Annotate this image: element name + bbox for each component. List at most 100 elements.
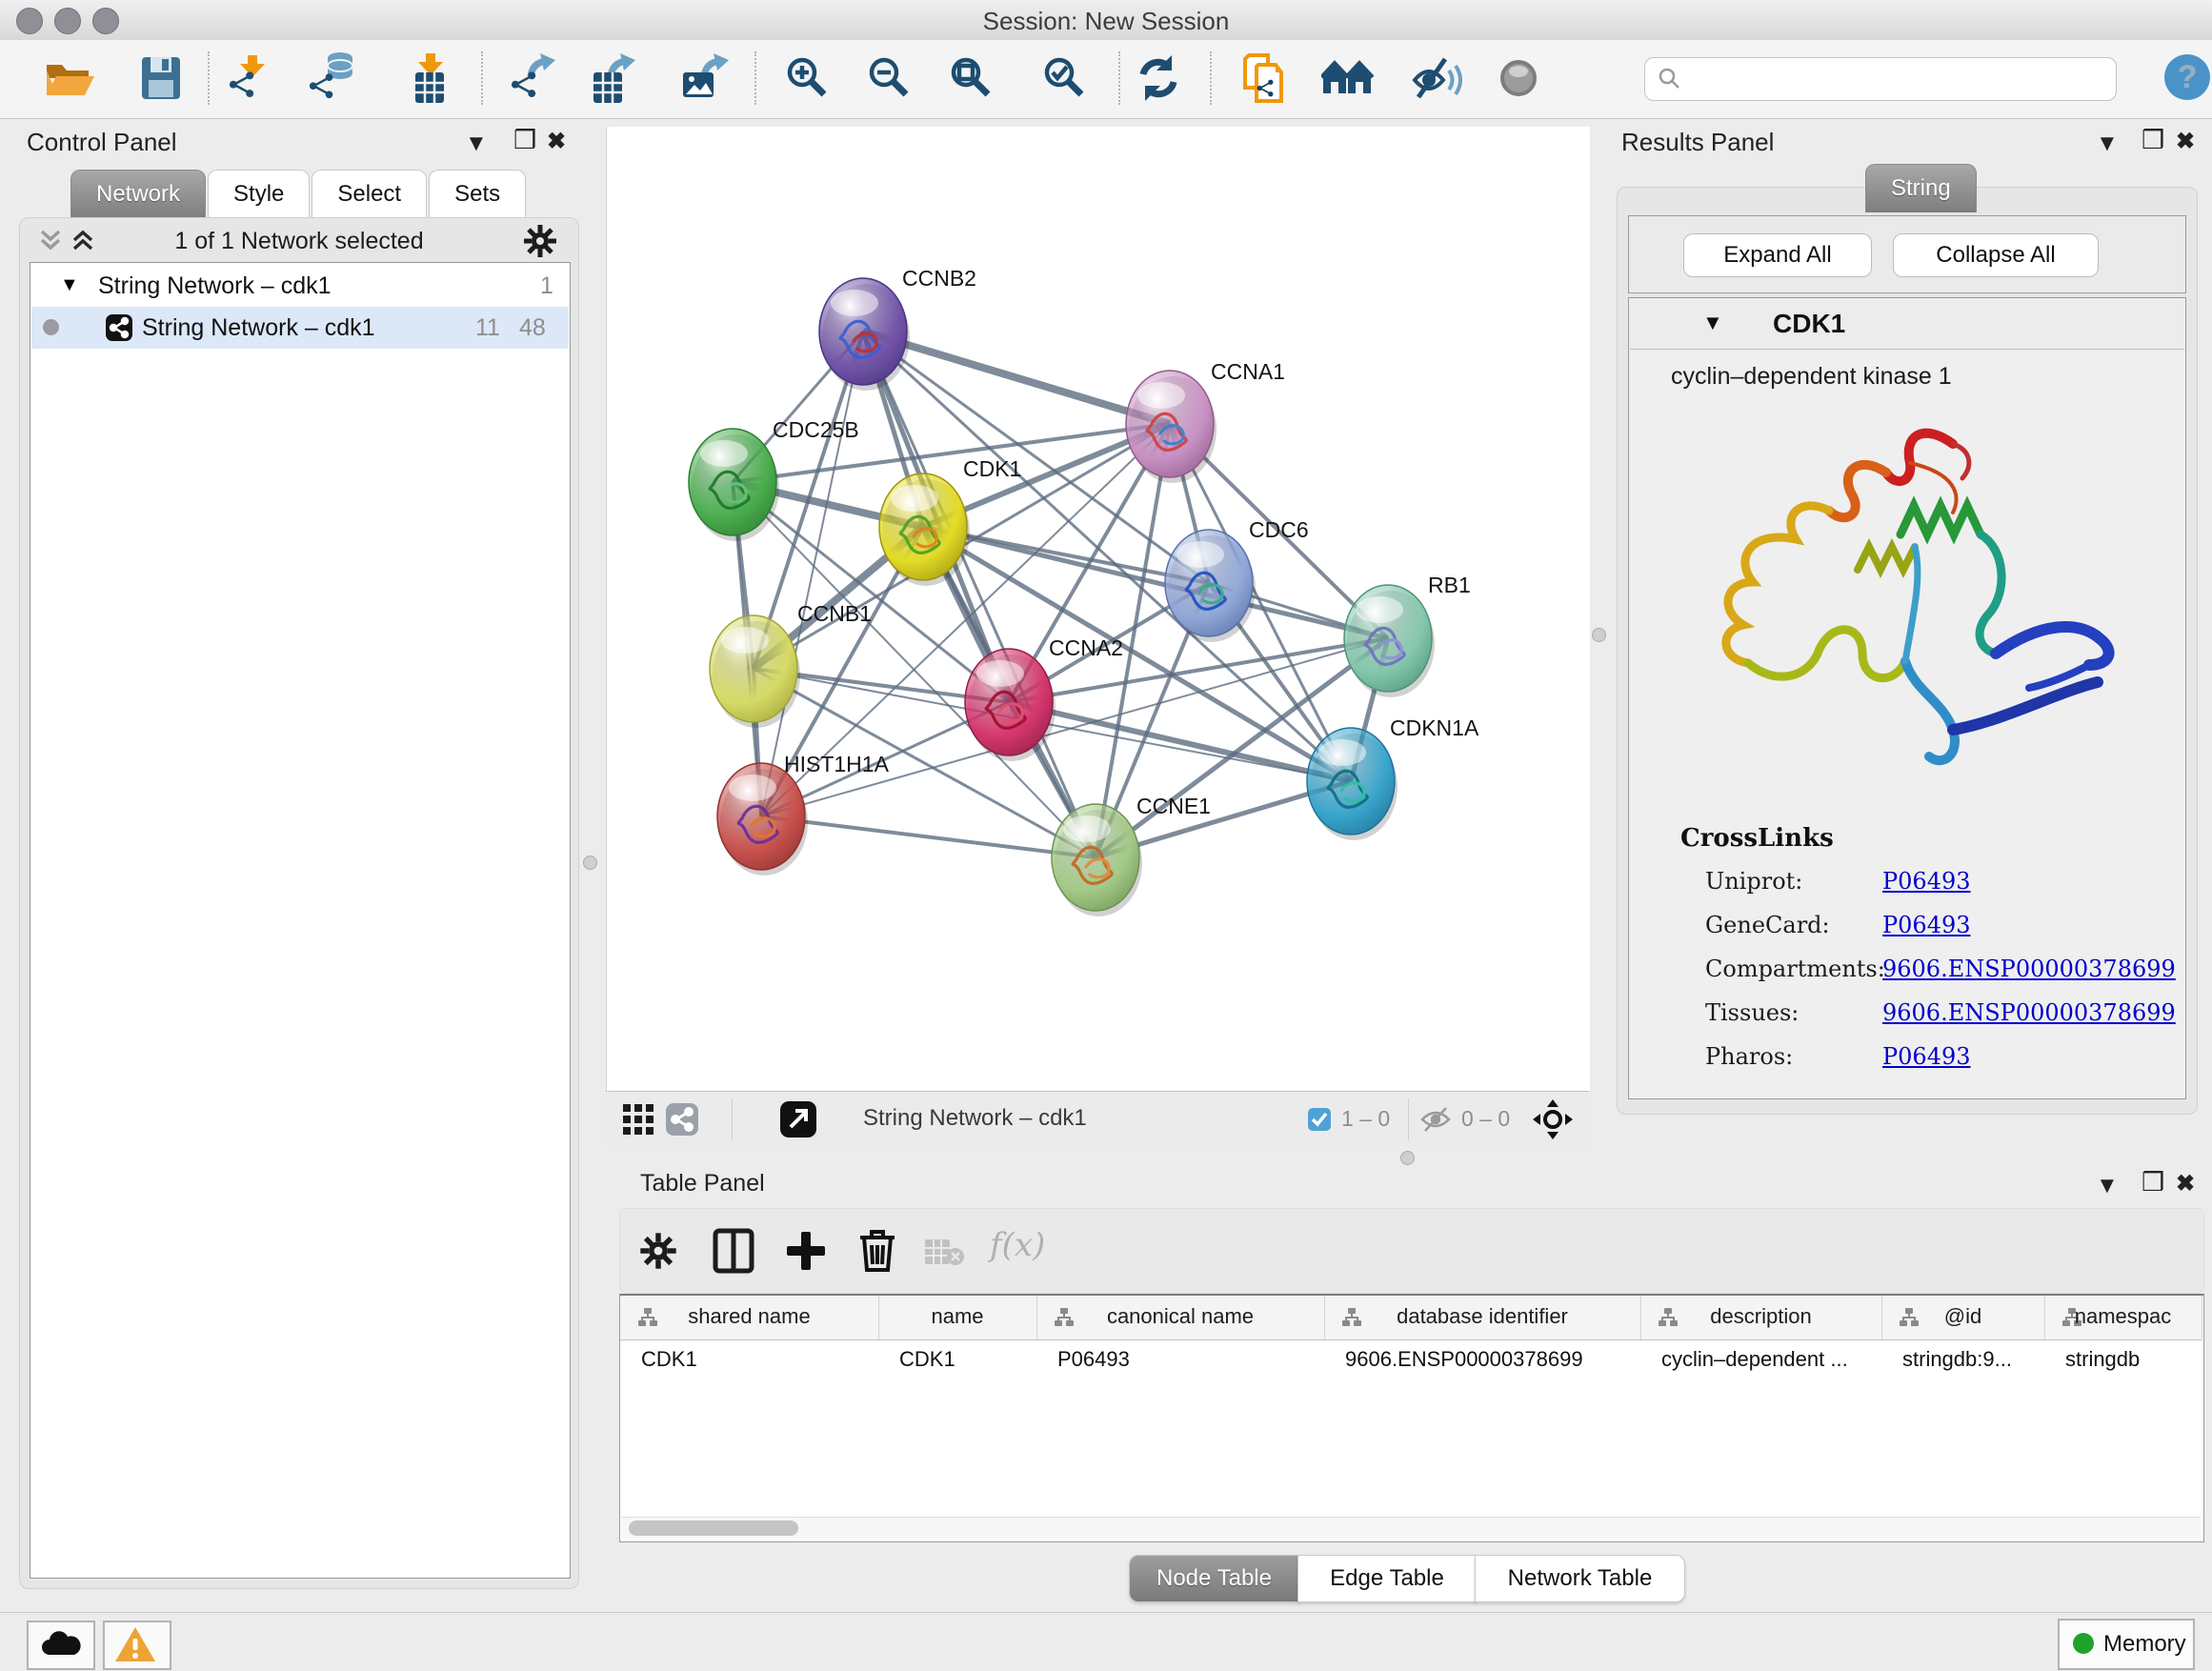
network-selection-status: 1 of 1 Network selected	[20, 228, 578, 255]
crosslink-row: Pharos:P06493	[1705, 1043, 2162, 1087]
selected-checkbox-icon[interactable]	[1307, 1107, 1332, 1137]
column-header-description[interactable]: description	[1640, 1296, 1882, 1339]
tab-string[interactable]: String	[1865, 164, 1977, 212]
table-cell[interactable]: CDK1	[641, 1347, 697, 1372]
string-import-icon[interactable]	[1239, 51, 1293, 105]
show-columns-icon[interactable]	[712, 1228, 755, 1278]
crosslink-row: Compartments:9606.ENSP00000378699	[1705, 956, 2162, 999]
hide-glasses-icon[interactable]	[1411, 51, 1464, 105]
column-header-name[interactable]: name	[878, 1296, 1037, 1339]
tab-style[interactable]: Style	[208, 170, 310, 218]
results-panel-close-icon[interactable]: ✖	[2176, 130, 2195, 154]
right-splitter-grip[interactable]	[1592, 628, 1606, 642]
scrollbar-thumb[interactable]	[629, 1520, 798, 1536]
protein-collapse-icon[interactable]: ▼	[1702, 311, 1723, 335]
create-column-plus-icon[interactable]	[784, 1228, 828, 1278]
table-cell[interactable]: 9606.ENSP00000378699	[1345, 1347, 1583, 1372]
table-cell[interactable]: cyclin–dependent ...	[1661, 1347, 1848, 1372]
column-header-database-identifier[interactable]: database identifier	[1324, 1296, 1641, 1339]
node-label-RB1: RB1	[1428, 573, 1471, 597]
crosslink-link[interactable]: P06493	[1882, 1043, 1971, 1070]
results-panel-float-icon[interactable]: ❒	[2142, 128, 2164, 152]
control-panel-float-icon[interactable]: ❒	[513, 128, 536, 152]
collection-expand-icon[interactable]: ▼	[60, 274, 79, 296]
node-label-CDKN1A: CDKN1A	[1390, 715, 1479, 740]
zoom-selected-icon[interactable]	[1038, 51, 1092, 105]
table-cell[interactable]: CDK1	[899, 1347, 955, 1372]
tab-select[interactable]: Select	[312, 170, 427, 218]
lens-icon[interactable]	[1493, 51, 1546, 105]
network-node-CDK1[interactable]: CDK1	[879, 456, 1021, 586]
column-header-shared-name[interactable]: shared name	[620, 1296, 879, 1339]
import-network-file-icon[interactable]	[224, 51, 277, 105]
network-node-CCNB2[interactable]: CCNB2	[819, 266, 976, 391]
help-icon[interactable]: ? ?	[2162, 52, 2212, 107]
import-table-icon[interactable]	[402, 51, 455, 105]
cloud-button[interactable]	[27, 1621, 95, 1670]
warnings-button[interactable]	[103, 1621, 171, 1670]
expand-all-button[interactable]: Expand All	[1683, 233, 1872, 277]
zoom-in-icon[interactable]	[781, 51, 835, 105]
tab-network[interactable]: Network	[70, 170, 206, 218]
network-node-CDC6[interactable]: CDC6	[1165, 517, 1309, 642]
save-session-icon[interactable]	[134, 51, 188, 105]
column-header--id[interactable]: @id	[1881, 1296, 2045, 1339]
hidden-eye-slash-icon[interactable]	[1419, 1105, 1452, 1138]
export-network-icon[interactable]	[506, 51, 559, 105]
control-panel-close-icon[interactable]: ✖	[547, 130, 566, 154]
tab-edge-table[interactable]: Edge Table	[1297, 1555, 1477, 1602]
birdseye-grid-icon[interactable]	[621, 1102, 655, 1141]
zoom-fit-icon[interactable]	[945, 51, 998, 105]
crosslink-link[interactable]: P06493	[1882, 912, 1971, 938]
bottom-splitter-grip[interactable]	[1400, 1151, 1415, 1165]
table-cell[interactable]: stringdb	[2065, 1347, 2140, 1372]
network-options-gear-icon[interactable]	[521, 222, 559, 265]
network-node-CDKN1A[interactable]: CDKN1A	[1307, 715, 1479, 840]
network-node-CCNA1[interactable]: CCNA1	[1126, 359, 1285, 483]
search-input[interactable]	[1687, 62, 2101, 94]
crosslink-link[interactable]: 9606.ENSP00000378699	[1882, 999, 2176, 1026]
import-network-database-icon[interactable]	[306, 51, 359, 105]
tab-sets[interactable]: Sets	[429, 170, 526, 218]
results-panel-collapse-icon[interactable]: ▼	[2096, 131, 2119, 156]
column-header-canonical-name[interactable]: canonical name	[1036, 1296, 1325, 1339]
delete-table-icon	[923, 1236, 965, 1273]
network-node-CCNA2[interactable]: CCNA2	[965, 635, 1123, 761]
network-node-RB1[interactable]: RB1	[1344, 573, 1471, 697]
table-panel-float-icon[interactable]: ❒	[2142, 1170, 2164, 1195]
protein-section-header[interactable]: ▼ CDK1	[1630, 299, 2184, 350]
table-cell[interactable]: P06493	[1057, 1347, 1130, 1372]
open-session-icon[interactable]	[41, 51, 94, 105]
table-header-row[interactable]: shared namenamecanonical namedatabase id…	[620, 1296, 2202, 1340]
open-in-new-window-icon[interactable]	[779, 1100, 817, 1143]
tab-node-table[interactable]: Node Table	[1129, 1555, 1299, 1602]
table-horizontal-scrollbar[interactable]	[621, 1517, 2201, 1539]
network-collection-row[interactable]: ▼ String Network – cdk1 1	[31, 265, 569, 307]
collapse-all-button[interactable]: Collapse All	[1893, 233, 2099, 277]
network-node-CDC25B[interactable]: CDC25B	[689, 417, 859, 541]
fit-content-crosshair-icon[interactable]	[1532, 1098, 1574, 1145]
control-panel-collapse-icon[interactable]: ▼	[465, 131, 488, 156]
memory-button[interactable]: Memory	[2058, 1619, 2195, 1670]
network-node-HIST1H1A[interactable]: HIST1H1A	[717, 752, 890, 876]
delete-column-trash-icon[interactable]	[856, 1226, 898, 1278]
network-share-icon[interactable]	[665, 1102, 699, 1141]
column-header-namespac[interactable]: namespac	[2044, 1296, 2202, 1339]
export-table-icon[interactable]	[584, 51, 637, 105]
left-splitter-grip[interactable]	[583, 856, 597, 870]
network-canvas[interactable]: CCNB2CCNA1CDC25BCDK1CDC6RB1CCNB1CCNA2CDK…	[606, 127, 1590, 1091]
zoom-out-icon[interactable]	[863, 51, 916, 105]
table-panel-collapse-icon[interactable]: ▼	[2096, 1174, 2119, 1198]
crosslink-link[interactable]: 9606.ENSP00000378699	[1882, 956, 2176, 982]
string-home-icon[interactable]	[1321, 51, 1375, 105]
search-box[interactable]	[1644, 57, 2117, 101]
table-panel-close-icon[interactable]: ✖	[2176, 1172, 2195, 1197]
table-cell[interactable]: stringdb:9...	[1902, 1347, 2012, 1372]
network-node-CCNE1[interactable]: CCNE1	[1052, 794, 1211, 916]
table-settings-gear-icon[interactable]	[637, 1230, 679, 1277]
crosslink-link[interactable]: P06493	[1882, 868, 1971, 895]
network-row[interactable]: String Network – cdk1 11 48	[31, 307, 569, 349]
tab-network-table[interactable]: Network Table	[1475, 1555, 1685, 1602]
export-image-icon[interactable]	[677, 51, 731, 105]
refresh-icon[interactable]	[1132, 51, 1185, 105]
